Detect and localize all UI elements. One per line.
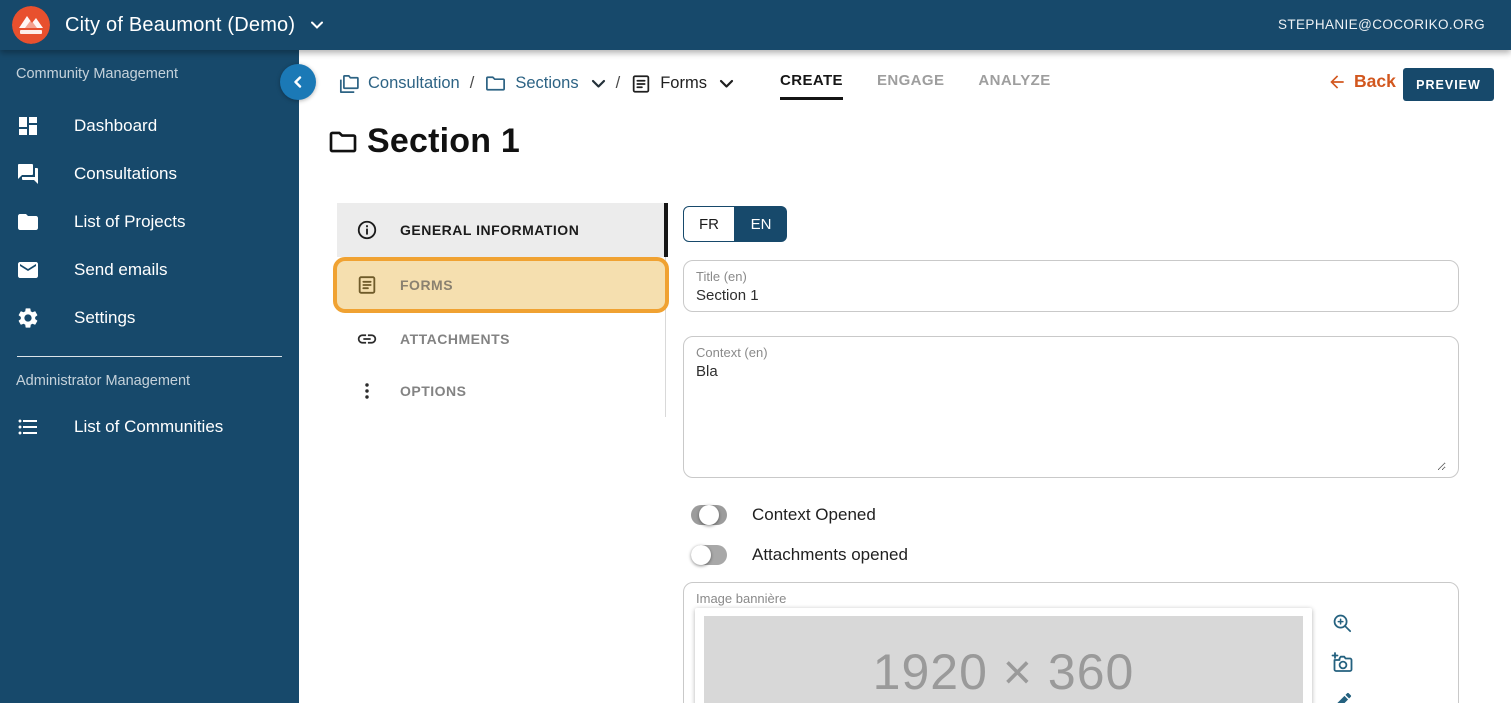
community-name: City of Beaumont (Demo) (65, 13, 296, 36)
beaumont-logo-icon (12, 6, 50, 44)
menu-item-general-information[interactable]: GENERAL INFORMATION (337, 203, 668, 257)
title-field: Title (en) (683, 260, 1459, 312)
attachments-opened-label: Attachments opened (752, 545, 908, 564)
chat-icon (16, 162, 40, 186)
folder-icon (16, 210, 40, 234)
community-logo[interactable] (12, 6, 50, 44)
section-menu: GENERAL INFORMATION FORMS ATTACHMENTS OP… (333, 203, 669, 417)
page-title-row: Section 1 (327, 122, 520, 161)
back-button[interactable]: Back (1327, 71, 1396, 92)
sidebar-divider (17, 356, 282, 357)
zoom-in-icon (1333, 614, 1351, 633)
document-icon (633, 74, 650, 93)
arrow-left-icon (1330, 74, 1344, 89)
toggle-switch[interactable] (691, 545, 727, 565)
sidebar-item-settings[interactable]: Settings (0, 294, 299, 342)
title-field-label: Title (en) (696, 269, 747, 284)
link-icon (356, 328, 378, 350)
breadcrumb: Consultation / Sections / Forms (337, 72, 734, 95)
sidebar-item-dashboard[interactable]: Dashboard (0, 102, 299, 150)
menu-item-attachments[interactable]: ATTACHMENTS (337, 313, 665, 365)
menu-item-options[interactable]: OPTIONS (337, 365, 665, 417)
app-page: City of Beaumont (Demo) STEPHANIE@COCORI… (0, 0, 1511, 703)
breadcrumb-separator: / (615, 74, 621, 92)
mail-icon (16, 258, 40, 282)
dashboard-icon (16, 114, 40, 138)
sidebar-item-list-of-communities[interactable]: List of Communities (0, 403, 299, 451)
zoom-in-button[interactable] (1329, 611, 1355, 637)
community-switcher-caret[interactable] (311, 16, 324, 34)
banner-image-field: Image bannière 1920 × 360 (683, 582, 1459, 703)
chevron-down-icon[interactable] (719, 79, 734, 89)
tab-create[interactable]: CREATE (780, 72, 843, 100)
main-content: Consultation / Sections / Forms CREATE E… (299, 50, 1511, 703)
sidebar-item-send-emails[interactable]: Send emails (0, 246, 299, 294)
add-photo-icon (1331, 652, 1353, 672)
chevron-down-icon (311, 21, 324, 29)
more-vert-icon (356, 380, 378, 402)
mode-tabs: CREATE ENGAGE ANALYZE (780, 72, 1051, 100)
context-opened-label: Context Opened (752, 505, 876, 524)
folder-icon (486, 76, 506, 91)
chevron-left-icon (294, 76, 302, 88)
banner-actions (1329, 611, 1355, 703)
preview-button[interactable]: PREVIEW (1403, 68, 1494, 101)
sidebar-item-list-of-projects[interactable]: List of Projects (0, 198, 299, 246)
sidebar-section-community-management: Community Management (16, 66, 178, 82)
language-toggle: FR EN (683, 206, 787, 242)
banner-image-card: 1920 × 360 (695, 608, 1312, 703)
page-title: Section 1 (367, 122, 520, 160)
sidebar-admin-nav: List of Communities (0, 403, 299, 451)
breadcrumb-sections[interactable]: Sections (484, 72, 605, 95)
sidebar-item-consultations[interactable]: Consultations (0, 150, 299, 198)
title-input[interactable] (696, 287, 1446, 304)
user-email[interactable]: STEPHANIE@COCORIKO.ORG (1278, 17, 1485, 32)
breadcrumb-separator: / (469, 74, 475, 92)
folders-icon (339, 74, 359, 93)
language-fr-button[interactable]: FR (683, 206, 735, 242)
attachments-opened-toggle[interactable]: Attachments opened (691, 545, 908, 565)
breadcrumb-forms[interactable]: Forms (630, 73, 734, 95)
sidebar-nav: Dashboard Consultations List of Projects… (0, 102, 299, 342)
banner-field-label: Image bannière (696, 591, 787, 606)
info-icon (356, 219, 378, 241)
tab-engage[interactable]: ENGAGE (877, 72, 944, 100)
edit-button[interactable] (1329, 689, 1355, 703)
top-bar: City of Beaumont (Demo) STEPHANIE@COCORI… (0, 0, 1511, 50)
context-field: Context (en) Bla (683, 336, 1459, 478)
breadcrumb-consultation[interactable]: Consultation (337, 72, 460, 95)
chevron-down-icon[interactable] (591, 79, 606, 89)
list-icon (16, 415, 40, 439)
banner-placeholder-image: 1920 × 360 (704, 616, 1303, 703)
toggle-switch[interactable] (691, 505, 727, 525)
folder-icon (329, 131, 357, 152)
document-icon (356, 274, 378, 296)
sidebar-section-administrator-management: Administrator Management (16, 373, 191, 389)
edit-pencil-icon (1336, 692, 1351, 703)
add-photo-button[interactable] (1329, 650, 1355, 676)
context-field-label: Context (en) (696, 345, 768, 360)
menu-item-forms[interactable]: FORMS (333, 257, 669, 313)
gear-icon (16, 306, 40, 330)
context-opened-toggle[interactable]: Context Opened (691, 505, 876, 525)
sidebar-collapse-button[interactable] (280, 64, 316, 100)
language-en-button[interactable]: EN (735, 206, 787, 242)
context-textarea[interactable]: Bla (696, 363, 1446, 471)
tab-analyze[interactable]: ANALYZE (978, 72, 1050, 100)
sidebar: Community Management Dashboard Consultat… (0, 50, 299, 703)
